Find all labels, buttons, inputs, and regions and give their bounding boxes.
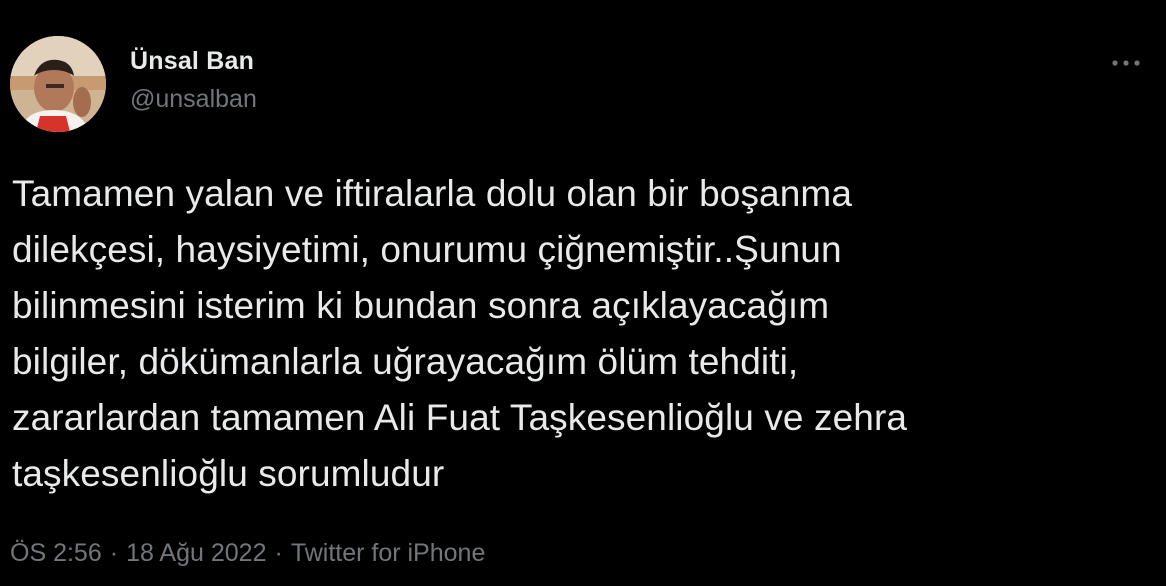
tweet-card: Ünsal Ban @unsalban Tamamen yalan ve ift… xyxy=(0,0,1166,586)
tweet-source[interactable]: Twitter for iPhone xyxy=(291,539,486,567)
tweet-header: Ünsal Ban @unsalban xyxy=(10,36,1146,132)
tweet-metadata: ÖS 2:56 · 18 Ağu 2022 · Twitter for iPhone xyxy=(10,535,485,571)
more-horizontal-icon xyxy=(1112,60,1140,66)
author-names: Ünsal Ban @unsalban xyxy=(130,44,257,116)
tweet-date[interactable]: 18 Ağu 2022 xyxy=(126,539,266,567)
author-display-name[interactable]: Ünsal Ban xyxy=(130,44,257,78)
tweet-time[interactable]: ÖS 2:56 xyxy=(10,539,102,567)
avatar[interactable] xyxy=(10,36,106,132)
author-handle[interactable]: @unsalban xyxy=(130,82,257,116)
tweet-text: Tamamen yalan ve iftiralarla dolu olan b… xyxy=(12,173,908,494)
meta-separator: · xyxy=(274,539,283,567)
more-options-button[interactable] xyxy=(1106,48,1146,78)
meta-separator: · xyxy=(109,539,119,567)
avatar-photo-icon xyxy=(10,36,106,132)
